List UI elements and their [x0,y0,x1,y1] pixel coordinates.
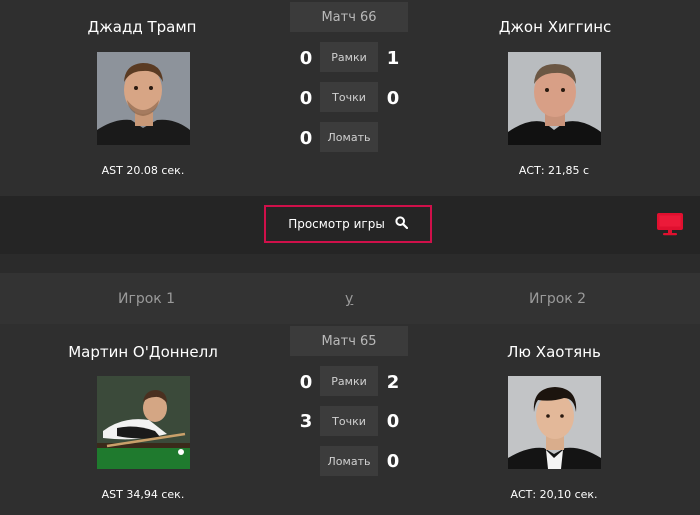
frames-right-score: 2 [386,372,400,393]
player-name-left[interactable]: Мартин О'Доннелл [33,343,253,361]
breaks-left-score: 0 [299,128,313,149]
player-ast-right: АСТ: 21,85 с [518,164,590,177]
player2-header: Игрок 2 [529,291,587,307]
match-label: Матч 66 [290,2,408,32]
stat-frames-label: Рамки [320,366,378,396]
player-ast-left: AST 34,94 сек. [101,488,185,501]
players-header-row: Игрок 1 у Игрок 2 [0,273,700,324]
breaks-right-score: 0 [386,451,400,472]
player-photo-left[interactable] [97,376,190,469]
versus-label: у [345,291,354,307]
player-ast-left: AST 20.08 сек. [101,164,185,177]
points-left-score: 3 [299,411,313,432]
frames-right-score: 1 [386,48,400,69]
player-name-right[interactable]: Лю Хаотянь [444,343,664,361]
match-card-65: Матч 65 Мартин О'Доннелл AST 34,94 сек. … [0,324,700,515]
player-photo-right[interactable] [508,376,601,469]
frames-left-score: 0 [299,48,313,69]
stat-breaks-label: Ломать [320,446,378,476]
points-right-score: 0 [386,88,400,109]
view-game-label: Просмотр игры [288,217,385,231]
points-right-score: 0 [386,411,400,432]
search-icon [395,216,408,232]
player-name-right[interactable]: Джон Хиггинс [445,18,665,36]
view-game-bar: Просмотр игры [0,196,700,254]
stat-points-label: Точки [320,406,378,436]
stat-points-label: Точки [320,82,378,112]
tv-icon[interactable] [656,212,684,240]
player-name-left[interactable]: Джадд Трамп [32,18,252,36]
match-label: Матч 65 [290,326,408,356]
frames-left-score: 0 [299,372,313,393]
player-photo-right[interactable] [508,52,601,145]
points-left-score: 0 [299,88,313,109]
match-card-66: Матч 66 Джадд Трамп AST 20.08 сек. Джон … [0,0,700,196]
player-ast-right: АСТ: 20,10 сек. [510,488,598,501]
stat-breaks-label: Ломать [320,122,378,152]
stat-frames-label: Рамки [320,42,378,72]
player1-header: Игрок 1 [118,291,176,307]
view-game-button[interactable]: Просмотр игры [264,205,432,243]
player-photo-left[interactable] [97,52,190,145]
